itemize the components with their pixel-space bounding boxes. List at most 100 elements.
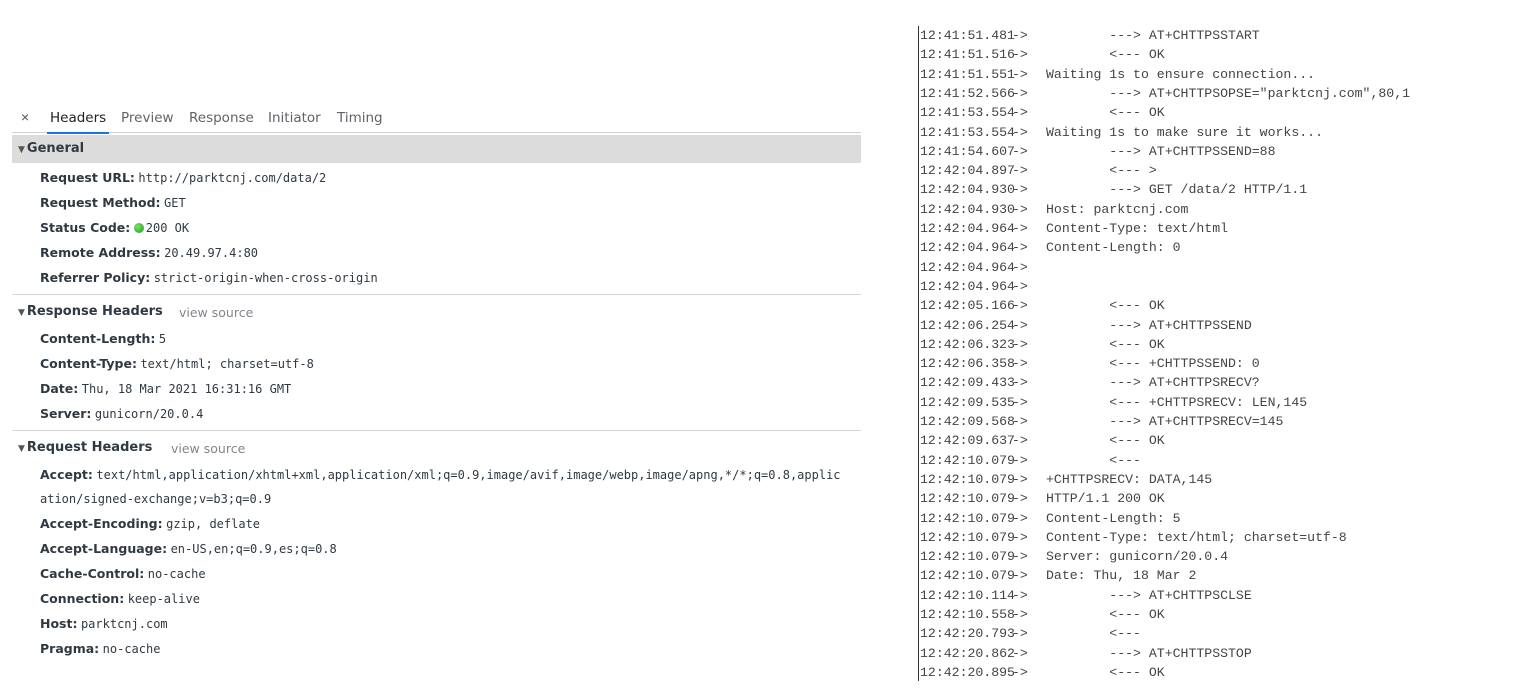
triangle-down-icon: ▼	[18, 444, 25, 454]
log-message: <--- OK	[1046, 298, 1165, 314]
request-headers-section-header[interactable]: ▼ Request Headers view source	[18, 440, 858, 456]
tab-timing[interactable]: Timing	[337, 110, 383, 126]
log-arrow: ->	[1012, 607, 1028, 622]
log-arrow: ->	[1012, 28, 1028, 43]
log-line: 12:42:10.079-> HTTP/1.1 200 OK	[920, 489, 1165, 508]
log-line: 12:42:10.079-> Content-Type: text/html; c…	[920, 528, 1347, 547]
log-timestamp: 12:42:09.568	[920, 414, 1015, 429]
log-timestamp: 12:42:10.079	[920, 471, 1015, 487]
log-message: <--- OK	[1046, 105, 1165, 121]
log-arrow: ->	[1012, 201, 1028, 217]
log-timestamp: 12:42:06.358	[920, 356, 1015, 372]
log-timestamp: 12:42:04.897	[920, 163, 1015, 179]
log-line: 12:42:10.558-> <--- OK	[920, 605, 1165, 624]
log-timestamp: 12:41:53.554	[920, 124, 1015, 140]
log-line: 12:42:10.079-> Server: gunicorn/20.0.4	[920, 547, 1228, 566]
log-message: ---> AT+CHTTPSOPSE="parktcnj.com",80,1	[1046, 85, 1411, 101]
request-row-accept-continued: ation/signed-exchange;v=b3;q=0.9	[40, 492, 272, 506]
log-message: ---> AT+CHTTPSSTART	[1046, 28, 1260, 43]
general-row-status-code: Status Code: 200 OK	[40, 220, 190, 235]
log-line: 12:42:06.254-> ---> AT+CHTTPSSEND	[920, 316, 1252, 335]
log-arrow: ->	[1012, 491, 1028, 507]
log-message: <--- OK	[1046, 664, 1165, 680]
log-timestamp: 12:42:10.558	[920, 607, 1015, 622]
log-line: 12:42:04.930-> Host: parktcnj.com	[920, 200, 1188, 219]
log-timestamp: 12:42:10.079	[920, 510, 1015, 526]
log-arrow: ->	[1012, 510, 1028, 526]
request-row-accept-language: Accept-Language: en-US,en;q=0.9,es;q=0.8	[40, 541, 337, 556]
close-icon[interactable]: ×	[21, 109, 29, 125]
response-view-source-link[interactable]: view source	[179, 305, 253, 320]
log-timestamp: 12:42:06.323	[920, 336, 1015, 352]
log-arrow: ->	[1012, 549, 1028, 565]
log-timestamp: 12:41:52.566	[920, 85, 1015, 101]
log-arrow: ->	[1012, 568, 1028, 584]
log-message: Waiting 1s to ensure connection...	[1046, 66, 1316, 82]
log-timestamp: 12:41:51.516	[920, 47, 1015, 63]
log-arrow: ->	[1012, 259, 1028, 275]
log-line: 12:41:53.554-> <--- OK	[920, 103, 1165, 122]
request-row-cache-control: Cache-Control: no-cache	[40, 566, 206, 581]
log-timestamp: 12:42:04.930	[920, 182, 1015, 198]
log-line: 12:41:53.554-> Waiting 1s to make sure it…	[920, 123, 1323, 142]
log-timestamp: 12:42:10.079	[920, 491, 1015, 507]
log-message: <--- >	[1046, 163, 1157, 179]
response-headers-section-header[interactable]: ▼ Response Headers view source	[18, 304, 858, 320]
log-message: <---	[1046, 626, 1141, 642]
request-view-source-link[interactable]: view source	[171, 441, 245, 456]
log-timestamp: 12:42:10.114	[920, 587, 1015, 603]
log-line: 12:42:04.964->	[920, 258, 1046, 277]
log-message: Content-Length: 0	[1046, 240, 1181, 256]
tab-initiator[interactable]: Initiator	[268, 110, 321, 126]
log-line: 12:41:51.516-> <--- OK	[920, 45, 1165, 64]
log-arrow: ->	[1012, 298, 1028, 314]
log-arrow: ->	[1012, 47, 1028, 63]
log-line: 12:42:06.358-> <--- +CHTTPSSEND: 0	[920, 354, 1260, 373]
log-message: <--- OK	[1046, 433, 1165, 449]
log-arrow: ->	[1012, 240, 1028, 256]
log-arrow: ->	[1012, 105, 1028, 121]
log-message: Date: Thu, 18 Mar 2	[1046, 568, 1197, 584]
log-message: <---	[1046, 452, 1141, 468]
log-arrow: ->	[1012, 626, 1028, 642]
response-row-content-type: Content-Type: text/html; charset=utf-8	[40, 356, 314, 371]
log-line: 12:42:10.079-> Date: Thu, 18 Mar 2	[920, 566, 1196, 585]
log-message: ---> AT+CHTTPSSTOP	[1046, 645, 1252, 661]
request-headers-title: Request Headers	[26, 440, 153, 455]
tab-response[interactable]: Response	[189, 110, 254, 126]
log-arrow: ->	[1012, 66, 1028, 82]
request-row-accept-encoding: Accept-Encoding: gzip, deflate	[40, 516, 261, 531]
log-timestamp: 12:42:09.433	[920, 375, 1015, 391]
log-line: 12:41:52.566-> ---> AT+CHTTPSOPSE="parkt…	[920, 84, 1410, 103]
log-timestamp: 12:42:06.254	[920, 317, 1015, 333]
log-line: 12:42:20.793-> <---	[920, 624, 1141, 643]
log-arrow: ->	[1012, 85, 1028, 101]
log-message: ---> AT+CHTTPSCLSE	[1046, 587, 1252, 603]
log-message: Waiting 1s to make sure it works...	[1046, 124, 1323, 140]
general-section-header[interactable]: ▼ General	[12, 135, 861, 163]
log-timestamp: 12:41:51.481	[920, 28, 1015, 43]
log-arrow: ->	[1012, 182, 1028, 198]
log-line: 12:42:04.930-> ---> GET /data/2 HTTP/1.1	[920, 180, 1307, 199]
log-arrow: ->	[1012, 471, 1028, 487]
log-timestamp: 12:42:20.793	[920, 626, 1015, 642]
log-line: 12:42:10.114-> ---> AT+CHTTPSCLSE	[920, 586, 1252, 605]
log-line: 12:42:09.568-> ---> AT+CHTTPSRECV=145	[920, 412, 1283, 431]
tab-headers[interactable]: Headers	[46, 110, 110, 134]
general-row-referrer-policy: Referrer Policy: strict-origin-when-cros…	[40, 270, 378, 285]
response-headers-title: Response Headers	[26, 304, 163, 319]
log-arrow: ->	[1012, 664, 1028, 680]
tab-preview[interactable]: Preview	[121, 110, 174, 126]
log-message: ---> AT+CHTTPSRECV=145	[1046, 414, 1284, 429]
log-line: 12:42:09.433-> ---> AT+CHTTPSRECV?	[920, 373, 1260, 392]
log-line: 12:42:04.964->	[920, 277, 1046, 296]
log-arrow: ->	[1012, 317, 1028, 333]
log-timestamp: 12:42:04.964	[920, 259, 1015, 275]
log-timestamp: 12:42:05.166	[920, 298, 1015, 314]
log-arrow: ->	[1012, 336, 1028, 352]
log-timestamp: 12:41:54.607	[920, 143, 1015, 159]
serial-monitor-log: 12:41:51.481-> ---> AT+CHTTPSSTART 12:41:…	[918, 26, 1479, 681]
log-message: <--- +CHTTPSRECV: LEN,145	[1046, 394, 1308, 410]
divider	[12, 294, 861, 295]
log-timestamp: 12:42:10.079	[920, 452, 1015, 468]
